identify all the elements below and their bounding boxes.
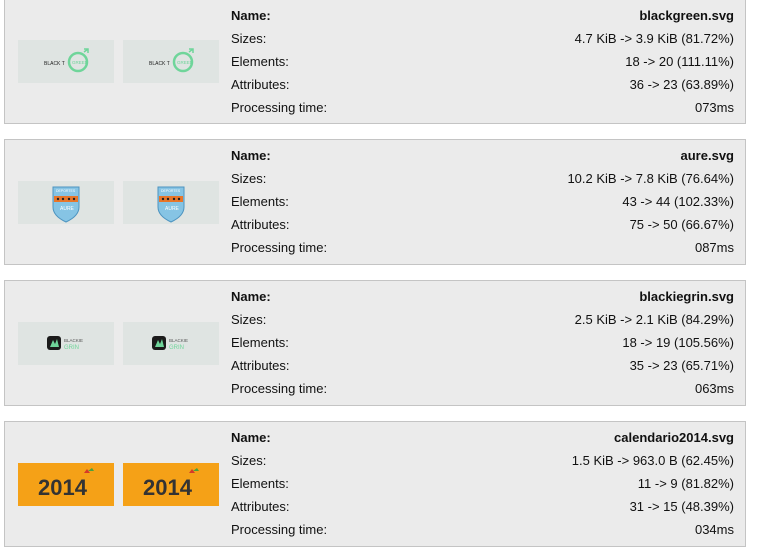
logo-text: DEPORTES: [56, 189, 76, 193]
processing-time-label: Processing time:: [231, 240, 328, 255]
sizes-row: Sizes: 1.5 KiB -> 963.0 B (62.45%): [231, 449, 734, 472]
logo-text: GRIN: [64, 345, 79, 351]
sizes-value: 4.7 KiB -> 3.9 KiB (81.72%): [574, 31, 734, 46]
name-label: Name:: [231, 8, 271, 23]
file-name: aure.svg: [680, 148, 734, 163]
stats-table: Name: aure.svg Sizes: 10.2 KiB -> 7.8 KiB …: [231, 144, 734, 259]
elements-label: Elements:: [231, 476, 289, 491]
sizes-label: Sizes:: [231, 31, 267, 46]
optimized-preview: BLACK T GREEN: [123, 40, 219, 83]
sizes-value: 10.2 KiB -> 7.8 KiB (76.64%): [567, 171, 734, 186]
elements-value: 11 -> 9 (81.82%): [637, 476, 734, 491]
processing-time-row: Processing time: 087ms: [231, 236, 734, 259]
processing-time-value: 063ms: [694, 381, 734, 396]
attributes-row: Attributes: 31 -> 15 (48.39%): [231, 495, 734, 518]
elements-value: 18 -> 20 (111.11%): [625, 54, 734, 69]
file-name: blackiegrin.svg: [639, 289, 734, 304]
stats-table: Name: calendario2014.svg Sizes: 1.5 KiB ->…: [231, 426, 734, 541]
elements-row: Elements: 18 -> 19 (105.56%): [231, 331, 734, 354]
logo-text: BLACK T: [149, 61, 170, 67]
blackiegrin-logo-image: BLACKIE GRIN: [47, 336, 83, 351]
optimized-preview: DEPORTES AURE: [123, 181, 219, 224]
elements-value: 43 -> 44 (102.33%): [622, 194, 734, 209]
logo-text: 2014: [143, 475, 193, 500]
attributes-value: 36 -> 23 (63.89%): [629, 77, 734, 92]
name-row: Name: aure.svg: [231, 144, 734, 167]
blackgreen-logo-image: BLACK T GREEN: [44, 48, 89, 73]
attributes-label: Attributes:: [231, 499, 290, 514]
original-preview: 2014: [18, 463, 114, 506]
attributes-label: Attributes:: [231, 358, 290, 373]
elements-row: Elements: 11 -> 9 (81.82%): [231, 472, 734, 495]
processing-time-value: 073ms: [694, 100, 734, 115]
attributes-row: Attributes: 75 -> 50 (66.67%): [231, 213, 734, 236]
logo-text: AURE: [165, 206, 180, 212]
result-card-aure: DEPORTES AURE DEPORTES AURE Name: aure.sv…: [4, 139, 746, 265]
logo-text: DEPORTES: [161, 189, 181, 193]
name-row: Name: calendario2014.svg: [231, 426, 734, 449]
blackgreen-logo-image: BLACK T GREEN: [149, 48, 194, 73]
result-card-calendario2014: 2014 2014 Name: calendario2014.svg Sizes:…: [4, 421, 746, 547]
sizes-row: Sizes: 4.7 KiB -> 3.9 KiB (81.72%): [231, 27, 734, 50]
processing-time-row: Processing time: 073ms: [231, 96, 734, 119]
name-row: Name: blackiegrin.svg: [231, 285, 734, 308]
processing-time-label: Processing time:: [231, 522, 328, 537]
elements-row: Elements: 18 -> 20 (111.11%): [231, 50, 734, 73]
blackiegrin-logo-image: BLACKIE GRIN: [152, 336, 188, 351]
attributes-row: Attributes: 36 -> 23 (63.89%): [231, 73, 734, 96]
sizes-value: 2.5 KiB -> 2.1 KiB (84.29%): [574, 312, 734, 327]
processing-time-row: Processing time: 034ms: [231, 518, 734, 541]
calendario2014-logo-image: 2014: [143, 468, 199, 500]
processing-time-value: 034ms: [694, 522, 734, 537]
elements-row: Elements: 43 -> 44 (102.33%): [231, 190, 734, 213]
attributes-label: Attributes:: [231, 77, 290, 92]
optimized-preview: BLACKIE GRIN: [123, 322, 219, 365]
stats-table: Name: blackiegrin.svg Sizes: 2.5 KiB -> 2.…: [231, 285, 734, 400]
aure-logo-image: DEPORTES AURE: [157, 186, 185, 223]
name-label: Name:: [231, 430, 271, 445]
sizes-label: Sizes:: [231, 312, 267, 327]
sizes-row: Sizes: 2.5 KiB -> 2.1 KiB (84.29%): [231, 308, 734, 331]
elements-label: Elements:: [231, 194, 289, 209]
sizes-label: Sizes:: [231, 453, 267, 468]
name-label: Name:: [231, 148, 271, 163]
calendario2014-logo-image: 2014: [38, 468, 94, 500]
attributes-value: 75 -> 50 (66.67%): [629, 217, 734, 232]
processing-time-label: Processing time:: [231, 381, 328, 396]
elements-value: 18 -> 19 (105.56%): [622, 335, 734, 350]
logo-text: AURE: [60, 206, 75, 212]
elements-label: Elements:: [231, 54, 289, 69]
attributes-label: Attributes:: [231, 217, 290, 232]
original-preview: BLACKIE GRIN: [18, 322, 114, 365]
attributes-value: 31 -> 15 (48.39%): [629, 499, 734, 514]
file-name: blackgreen.svg: [639, 8, 734, 23]
logo-text: 2014: [38, 475, 88, 500]
attributes-value: 35 -> 23 (65.71%): [629, 358, 734, 373]
processing-time-value: 087ms: [694, 240, 734, 255]
name-row: Name: blackgreen.svg: [231, 4, 734, 27]
elements-label: Elements:: [231, 335, 289, 350]
processing-time-row: Processing time: 063ms: [231, 377, 734, 400]
attributes-row: Attributes: 35 -> 23 (65.71%): [231, 354, 734, 377]
logo-text: BLACKIE: [64, 338, 83, 343]
logo-text: BLACKIE: [169, 338, 188, 343]
result-card-blackiegrin: BLACKIE GRIN BLACKIE GRIN Name: blackiegr…: [4, 280, 746, 406]
sizes-row: Sizes: 10.2 KiB -> 7.8 KiB (76.64%): [231, 167, 734, 190]
sizes-label: Sizes:: [231, 171, 267, 186]
name-label: Name:: [231, 289, 271, 304]
result-card-blackgreen: BLACK T GREEN BLACK T GREEN Name: blackgr…: [4, 0, 746, 124]
optimized-preview: 2014: [123, 463, 219, 506]
logo-text: GREEN: [177, 60, 193, 65]
logo-text: GRIN: [169, 345, 184, 351]
original-preview: DEPORTES AURE: [18, 181, 114, 224]
logo-text: GREEN: [72, 60, 88, 65]
file-name: calendario2014.svg: [614, 430, 734, 445]
processing-time-label: Processing time:: [231, 100, 328, 115]
sizes-value: 1.5 KiB -> 963.0 B (62.45%): [571, 453, 734, 468]
logo-text: BLACK T: [44, 61, 65, 67]
aure-logo-image: DEPORTES AURE: [52, 186, 80, 223]
original-preview: BLACK T GREEN: [18, 40, 114, 83]
stats-table: Name: blackgreen.svg Sizes: 4.7 KiB -> 3.9…: [231, 4, 734, 119]
